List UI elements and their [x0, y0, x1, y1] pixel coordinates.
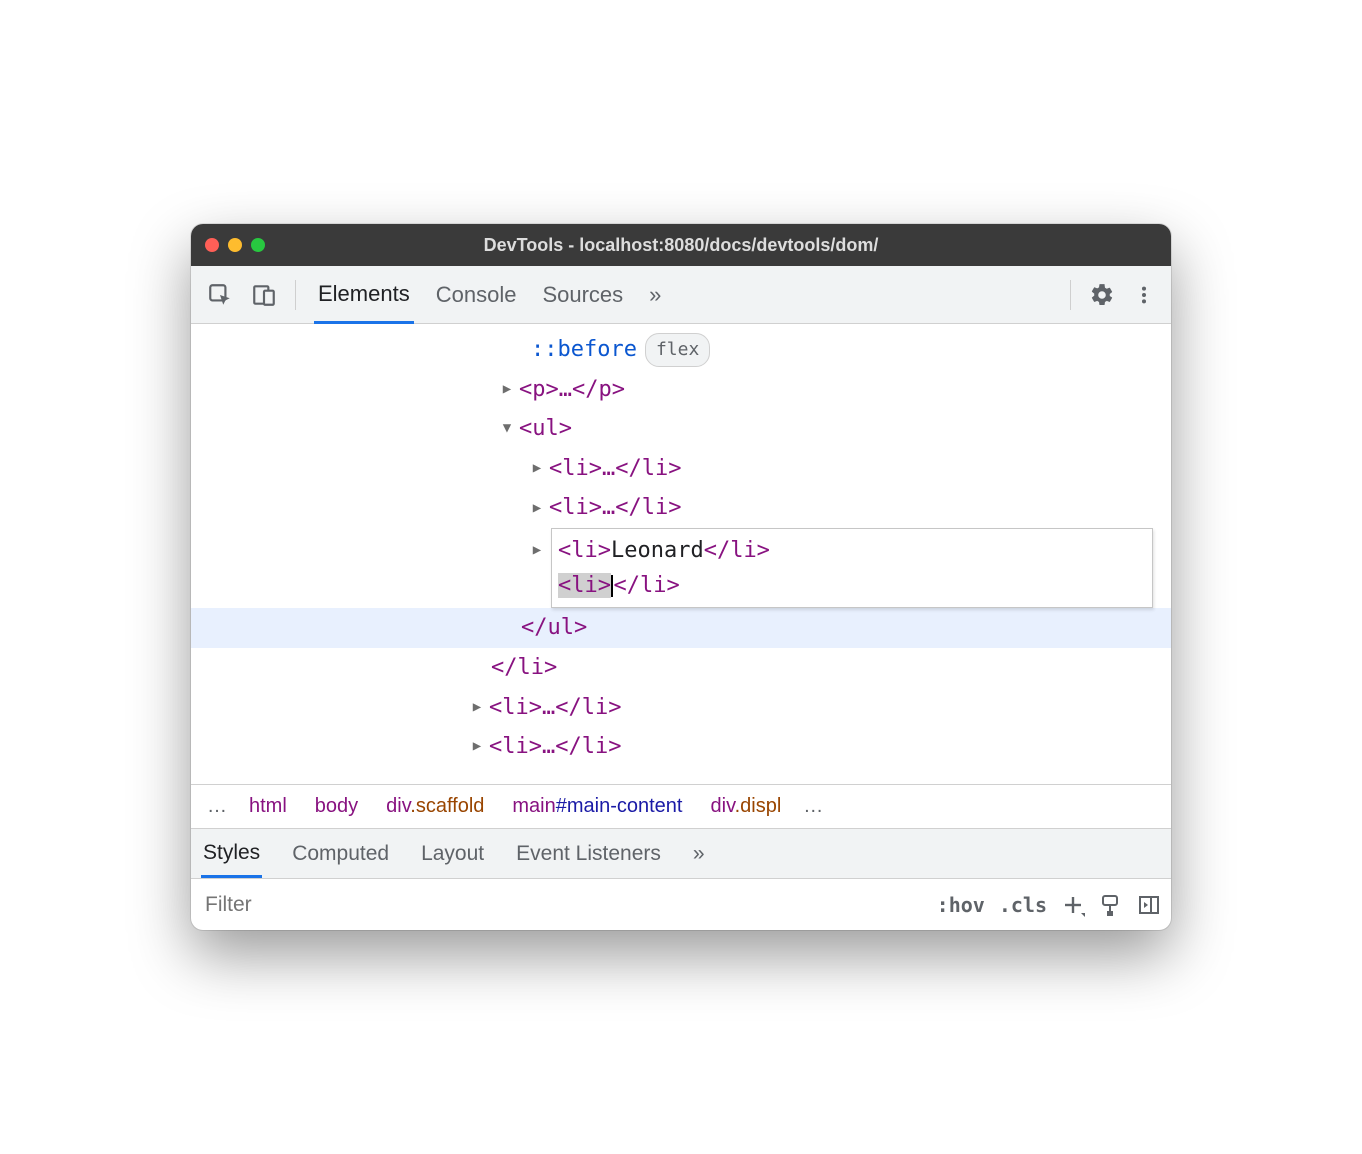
dom-node-li[interactable]: ▶ <li>…</li> — [191, 488, 1171, 528]
hov-toggle-button[interactable]: :hov — [937, 893, 985, 917]
flex-badge[interactable]: flex — [645, 333, 710, 367]
styles-tabs-overflow[interactable]: » — [691, 832, 707, 876]
dom-node-ul-open[interactable]: ▼ <ul> — [191, 409, 1171, 449]
breadcrumb-overflow-right[interactable]: … — [795, 795, 831, 818]
disclosure-triangle-icon[interactable]: ▶ — [529, 538, 545, 563]
minimize-window-button[interactable] — [228, 238, 242, 252]
kebab-menu-icon[interactable] — [1133, 282, 1155, 308]
close-window-button[interactable] — [205, 238, 219, 252]
disclosure-triangle-icon[interactable]: ▶ — [469, 695, 485, 720]
zoom-window-button[interactable] — [251, 238, 265, 252]
tab-elements[interactable]: Elements — [314, 267, 414, 324]
styles-tab-computed[interactable]: Computed — [290, 832, 391, 876]
breadcrumb-item[interactable]: html — [235, 795, 301, 818]
toggle-computed-sidebar-icon[interactable] — [1137, 893, 1161, 917]
styles-tab-layout[interactable]: Layout — [419, 832, 486, 876]
pseudo-element-label: ::before — [531, 330, 637, 370]
styles-panel-tabs: Styles Computed Layout Event Listeners » — [191, 828, 1171, 878]
device-toolbar-icon[interactable] — [251, 282, 277, 308]
styles-tab-event-listeners[interactable]: Event Listeners — [514, 832, 663, 876]
breadcrumb-item[interactable]: div.scaffold — [372, 795, 498, 818]
window-title: DevTools - localhost:8080/docs/devtools/… — [191, 235, 1171, 256]
dom-node-ul-close[interactable]: </ul> — [191, 608, 1171, 648]
disclosure-triangle-icon[interactable]: ▼ — [499, 416, 515, 441]
breadcrumb-item[interactable]: div.displ — [697, 795, 796, 818]
dom-node-li-editing[interactable]: ▶ <li>Leonard</li> <li></li> — [191, 528, 1171, 608]
toolbar-divider — [295, 280, 296, 310]
dom-node-li[interactable]: ▶ <li>…</li> — [191, 688, 1171, 728]
dom-node-pseudo-before[interactable]: ::before flex — [191, 330, 1171, 370]
styles-filter-input[interactable] — [201, 887, 923, 923]
tab-sources[interactable]: Sources — [538, 268, 627, 322]
disclosure-triangle-icon[interactable]: ▶ — [529, 496, 545, 521]
dom-node-li[interactable]: ▶ <li>…</li> — [191, 449, 1171, 489]
inspect-element-icon[interactable] — [207, 282, 233, 308]
breadcrumb-item[interactable]: main#main-content — [498, 795, 696, 818]
styles-filter-row: :hov .cls — [191, 878, 1171, 930]
new-style-rule-icon[interactable] — [1061, 893, 1085, 917]
tabs-overflow-button[interactable]: » — [645, 268, 665, 322]
titlebar: DevTools - localhost:8080/docs/devtools/… — [191, 224, 1171, 266]
toolbar-divider — [1070, 280, 1071, 310]
paint-flashing-icon[interactable] — [1099, 893, 1123, 917]
disclosure-triangle-icon[interactable]: ▶ — [499, 377, 515, 402]
breadcrumb-item[interactable]: body — [301, 795, 372, 818]
disclosure-triangle-icon[interactable]: ▶ — [469, 734, 485, 759]
styles-tab-styles[interactable]: Styles — [201, 831, 262, 878]
devtools-window: DevTools - localhost:8080/docs/devtools/… — [191, 224, 1171, 930]
breadcrumb-overflow-left[interactable]: … — [199, 795, 235, 818]
dom-node-p[interactable]: ▶ <p>…</p> — [191, 370, 1171, 410]
tab-console[interactable]: Console — [432, 268, 521, 322]
cls-toggle-button[interactable]: .cls — [999, 893, 1047, 917]
dom-tree-panel[interactable]: ::before flex ▶ <p>…</p> ▼ <ul> ▶ <li>…<… — [191, 324, 1171, 784]
main-toolbar: Elements Console Sources » — [191, 266, 1171, 324]
traffic-lights — [205, 238, 265, 252]
html-edit-box[interactable]: <li>Leonard</li> <li></li> — [551, 528, 1153, 608]
dom-node-li-close[interactable]: </li> — [191, 648, 1171, 688]
dom-node-li[interactable]: ▶ <li>…</li> — [191, 727, 1171, 767]
settings-gear-icon[interactable] — [1089, 282, 1115, 308]
dom-breadcrumb: … html body div.scaffold main#main-conte… — [191, 784, 1171, 828]
disclosure-triangle-icon[interactable]: ▶ — [529, 456, 545, 481]
